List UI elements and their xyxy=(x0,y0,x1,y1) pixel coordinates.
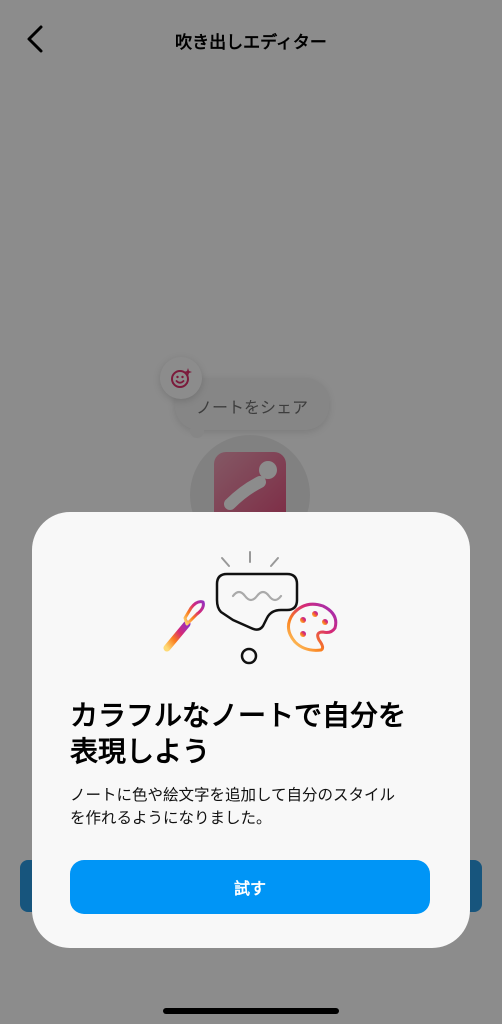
home-indicator xyxy=(163,1008,339,1014)
headline-line: カラフルなノートで自分を xyxy=(70,699,407,732)
try-button[interactable]: 試す xyxy=(70,860,430,914)
description-line: ノートに色や絵文字を追加して自分のスタイル xyxy=(70,786,396,804)
dialog-headline: カラフルなノートで自分を 表現しよう xyxy=(70,698,432,770)
paintbrush-speech-bubble-palette-icon xyxy=(163,551,338,665)
feature-dialog: カラフルなノートで自分を 表現しよう ノートに色や絵文字を追加して自分のスタイル… xyxy=(32,512,470,948)
dialog-description: ノートに色や絵文字を追加して自分のスタイル を作れるようになりました。 xyxy=(70,784,440,830)
description-line: を作れるようになりました。 xyxy=(70,809,272,827)
headline-line: 表現しよう xyxy=(70,735,211,768)
